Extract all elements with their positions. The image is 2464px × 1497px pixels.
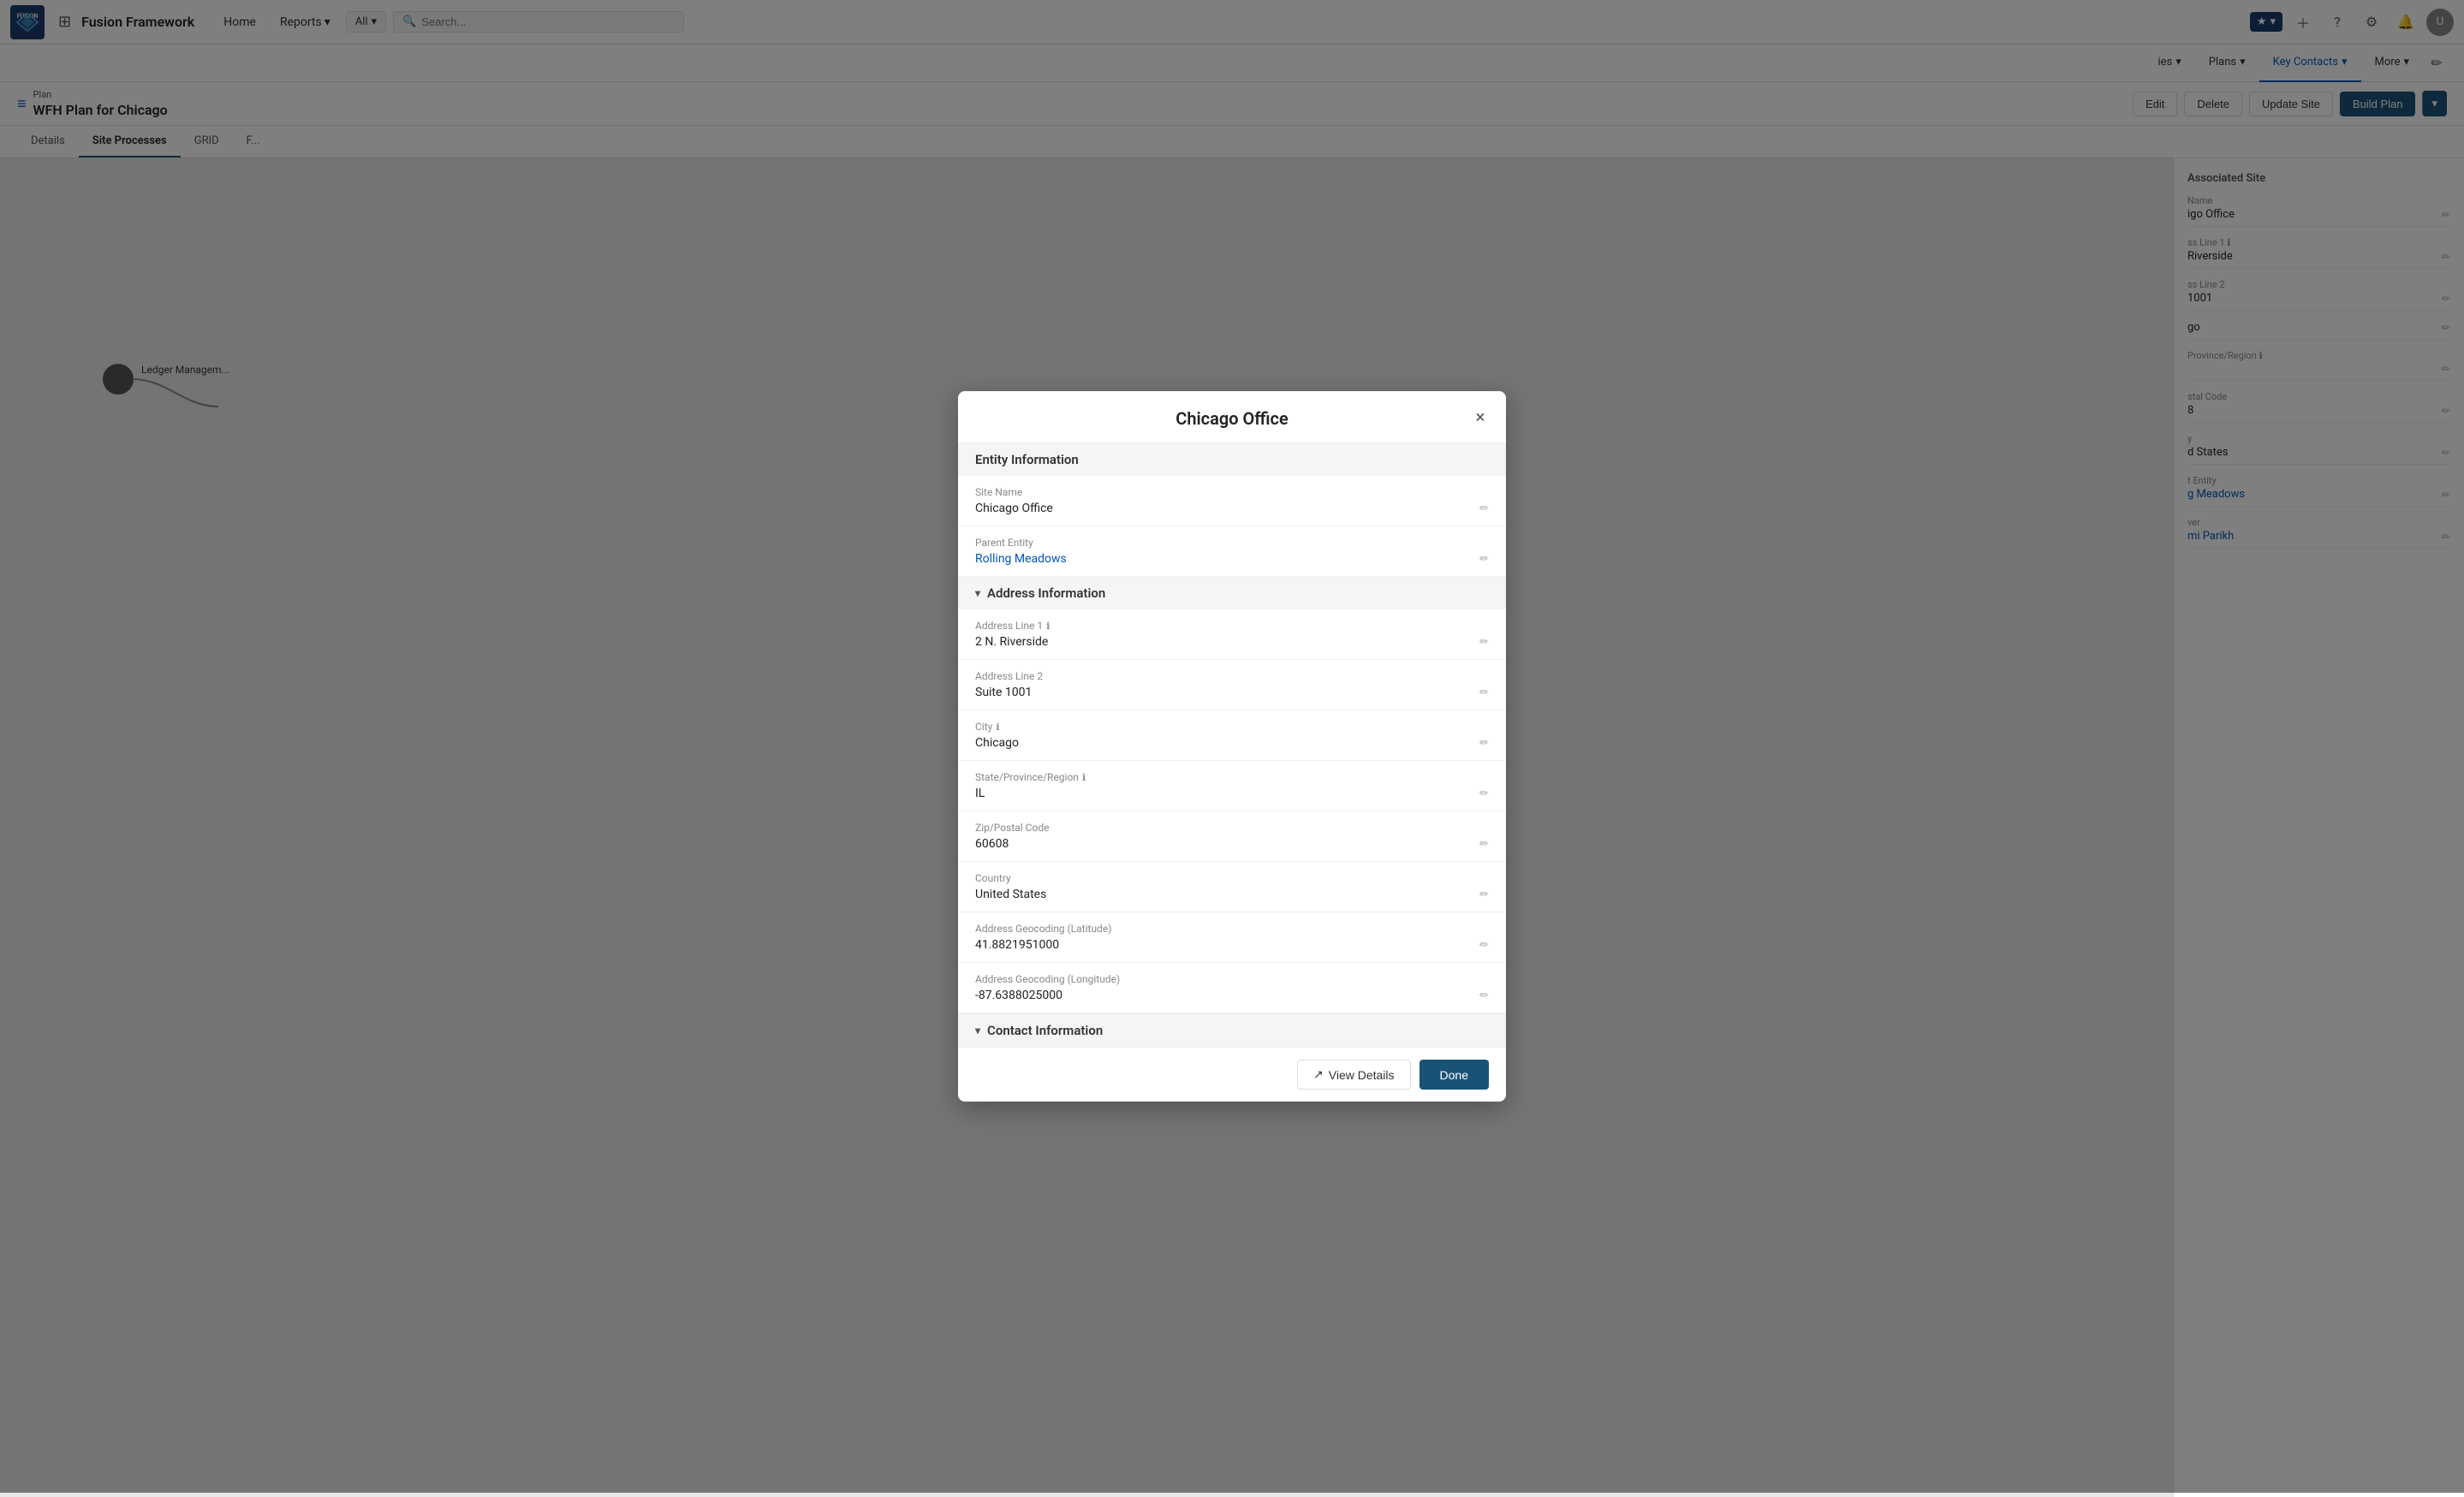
- field-country: Country United States ✏: [958, 862, 1506, 912]
- addr2-value: Suite 1001 ✏: [975, 686, 1489, 699]
- addr2-label: Address Line 2: [975, 670, 1489, 682]
- addr1-label: Address Line 1 ℹ: [975, 620, 1489, 632]
- field-site-name: Site Name Chicago Office ✏: [958, 476, 1506, 526]
- address-section-title: Address Information: [987, 585, 1105, 601]
- city-edit-icon[interactable]: ✏: [1479, 737, 1489, 750]
- state-value: IL ✏: [975, 787, 1489, 800]
- zip-label: Zip/Postal Code: [975, 822, 1489, 834]
- site-name-label: Site Name: [975, 486, 1489, 498]
- state-label: State/Province/Region ℹ: [975, 771, 1489, 783]
- addr2-edit-icon[interactable]: ✏: [1479, 686, 1489, 699]
- contact-section-header[interactable]: ▾ Contact Information: [958, 1013, 1506, 1047]
- field-longitude: Address Geocoding (Longitude) -87.638802…: [958, 963, 1506, 1013]
- country-value: United States ✏: [975, 888, 1489, 901]
- latitude-value: 41.8821951000 ✏: [975, 938, 1489, 952]
- field-latitude: Address Geocoding (Latitude) 41.88219510…: [958, 912, 1506, 963]
- site-name-value: Chicago Office ✏: [975, 502, 1489, 515]
- zip-value: 60608 ✏: [975, 837, 1489, 851]
- parent-entity-edit-icon[interactable]: ✏: [1479, 553, 1489, 566]
- done-button[interactable]: Done: [1419, 1060, 1489, 1090]
- modal-overlay[interactable]: Chicago Office × Entity Information Site…: [0, 0, 2464, 1493]
- modal: Chicago Office × Entity Information Site…: [958, 391, 1506, 1102]
- country-edit-icon[interactable]: ✏: [1479, 888, 1489, 901]
- view-details-button[interactable]: ↗ View Details: [1297, 1060, 1411, 1090]
- state-info-icon[interactable]: ℹ: [1082, 772, 1086, 783]
- longitude-value: -87.6388025000 ✏: [975, 989, 1489, 1002]
- city-value: Chicago ✏: [975, 736, 1489, 750]
- addr1-info-icon[interactable]: ℹ: [1046, 621, 1050, 632]
- longitude-label: Address Geocoding (Longitude): [975, 973, 1489, 985]
- address-chevron-icon: ▾: [975, 587, 980, 599]
- addr1-value: 2 N. Riverside ✏: [975, 635, 1489, 649]
- addr1-edit-icon[interactable]: ✏: [1479, 636, 1489, 649]
- longitude-edit-icon[interactable]: ✏: [1479, 989, 1489, 1002]
- field-parent-entity: Parent Entity Rolling Meadows ✏: [958, 526, 1506, 577]
- latitude-edit-icon[interactable]: ✏: [1479, 939, 1489, 952]
- modal-footer: ↗ View Details Done: [958, 1047, 1506, 1102]
- city-label: City ℹ: [975, 721, 1489, 733]
- parent-entity-value: Rolling Meadows ✏: [975, 552, 1489, 566]
- address-section-header[interactable]: ▾ Address Information: [958, 577, 1506, 609]
- latitude-label: Address Geocoding (Latitude): [975, 923, 1489, 935]
- entity-section-title: Entity Information: [975, 452, 1079, 467]
- field-addr1: Address Line 1 ℹ 2 N. Riverside ✏: [958, 609, 1506, 660]
- country-label: Country: [975, 872, 1489, 884]
- contact-section-title: Contact Information: [987, 1023, 1103, 1038]
- external-link-icon: ↗: [1313, 1067, 1324, 1082]
- site-name-edit-icon[interactable]: ✏: [1479, 502, 1489, 515]
- state-edit-icon[interactable]: ✏: [1479, 787, 1489, 800]
- modal-body: Entity Information Site Name Chicago Off…: [958, 443, 1506, 1047]
- modal-title: Chicago Office: [1175, 408, 1289, 429]
- modal-header: Chicago Office ×: [958, 391, 1506, 443]
- field-zip: Zip/Postal Code 60608 ✏: [958, 811, 1506, 862]
- field-addr2: Address Line 2 Suite 1001 ✏: [958, 660, 1506, 710]
- parent-entity-link[interactable]: Rolling Meadows: [975, 552, 1067, 566]
- zip-edit-icon[interactable]: ✏: [1479, 838, 1489, 851]
- modal-close-button[interactable]: ×: [1468, 405, 1492, 429]
- field-state: State/Province/Region ℹ IL ✏: [958, 761, 1506, 811]
- field-city: City ℹ Chicago ✏: [958, 710, 1506, 761]
- contact-chevron-icon: ▾: [975, 1025, 980, 1037]
- city-info-icon[interactable]: ℹ: [996, 722, 999, 733]
- parent-entity-label: Parent Entity: [975, 537, 1489, 549]
- entity-section-header: Entity Information: [958, 443, 1506, 476]
